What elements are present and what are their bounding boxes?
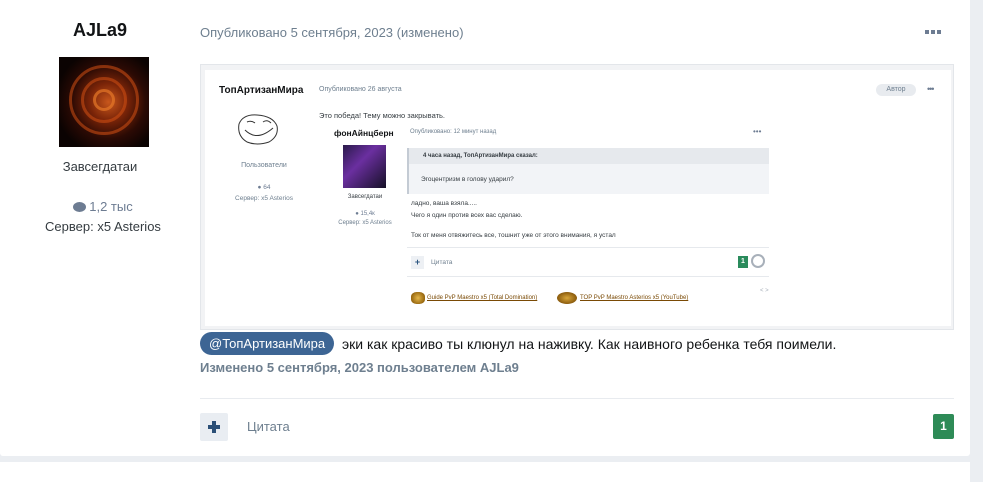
- quoted-group: Завсегдатаи: [347, 194, 383, 200]
- edited-note: Изменено 5 сентября, 2023 пользователем …: [200, 360, 519, 375]
- screenshot-ellipsis-icon: •••: [927, 84, 935, 94]
- quoted-avatar: [343, 145, 386, 188]
- ellipsis-icon[interactable]: [923, 26, 945, 38]
- quoted-ellipsis-icon: •••: [753, 127, 762, 136]
- author-post-count: 1,2 тыс: [0, 199, 206, 214]
- quoted-post-count-value: 15,4к: [360, 211, 375, 217]
- author-post-count-value: 1,2 тыс: [89, 199, 133, 214]
- quoted-author: фонАйнцберн: [334, 128, 394, 138]
- screenshot-group: Пользователи: [241, 162, 287, 169]
- author-name[interactable]: AJLa9: [0, 20, 200, 41]
- signature-arrows: < >: [760, 288, 769, 294]
- author-panel: AJLa9 Завсегдатаи 1,2 тыс Сервер: x5 Ast…: [0, 0, 200, 456]
- signature-divider: [407, 276, 769, 277]
- quoted-line-3: Ток от меня отвяжитесь все, тошнит уже о…: [411, 232, 616, 239]
- screenshot-post-count-value: 64: [263, 184, 271, 191]
- quote-block: 4 часа назад, ТопАртизанМира сказал: Эго…: [407, 148, 769, 194]
- quoted-reputation: 1: [738, 256, 748, 268]
- quote-button[interactable]: Цитата: [247, 419, 290, 434]
- emblem-icon: [411, 292, 425, 304]
- quoted-server: Сервер: x5 Asterios: [338, 220, 392, 226]
- screenshot-post-count: ● 64: [257, 184, 271, 191]
- author-server: Сервер: x5 Asterios: [45, 219, 161, 234]
- quote-text: Эгоцентризм в голову ударил?: [421, 176, 514, 183]
- forum-post: AJLa9 Завсегдатаи 1,2 тыс Сервер: x5 Ast…: [0, 0, 970, 456]
- quoted-plus-icon: +: [411, 256, 424, 269]
- post-footer-divider: [200, 398, 954, 399]
- screenshot-text: Это победа! Тему можно закрывать.: [319, 111, 446, 120]
- quoted-divider: [407, 247, 769, 248]
- screenshot-server: Сервер: x5 Asterios: [235, 195, 293, 202]
- screenshot-author-badge: Автор: [876, 84, 916, 96]
- comment-icon: [73, 202, 87, 212]
- screenshot-content: ТопАртизанМира Опубликовано 26 августа А…: [205, 70, 951, 326]
- author-group: Завсегдатаи: [62, 159, 138, 174]
- post-date[interactable]: Опубликовано 5 сентября, 2023 (изменено): [200, 25, 464, 40]
- trollface-avatar: [238, 114, 278, 145]
- quoted-line-1: ладно, ваша взяла.....: [411, 200, 477, 207]
- quote-header: 4 часа назад, ТопАртизанМира сказал:: [409, 148, 769, 164]
- heart-icon: [751, 254, 765, 268]
- quoted-date: Опубликовано: 12 минут назад: [410, 129, 497, 135]
- signature-link-1: Guide PvP Maestro x5 (Total Domination): [427, 295, 538, 301]
- quoted-line-2: Чего я один против всех вас сделаю.: [411, 212, 523, 219]
- embedded-screenshot[interactable]: ТопАртизанМира Опубликовано 26 августа А…: [200, 64, 954, 330]
- signature-link-2: TOP PvP Maestro Asterios x5 (YouTube): [580, 295, 689, 301]
- avatar[interactable]: [59, 57, 149, 147]
- quoted-cite-label: Цитата: [431, 259, 453, 266]
- quoted-post-count: ● 15,4к: [355, 211, 375, 217]
- multiquote-plus-button[interactable]: [200, 413, 228, 441]
- emblem-icon: [557, 292, 577, 304]
- post-text: эки как красиво ты клюнул на наживку. Ка…: [342, 336, 837, 352]
- user-mention[interactable]: @ТопАртизанМира: [200, 332, 335, 355]
- screenshot-author: ТопАртизанМира: [219, 85, 304, 96]
- reputation-badge[interactable]: 1: [933, 414, 954, 439]
- screenshot-date: Опубликовано 26 августа: [319, 86, 402, 93]
- next-post: [0, 462, 970, 482]
